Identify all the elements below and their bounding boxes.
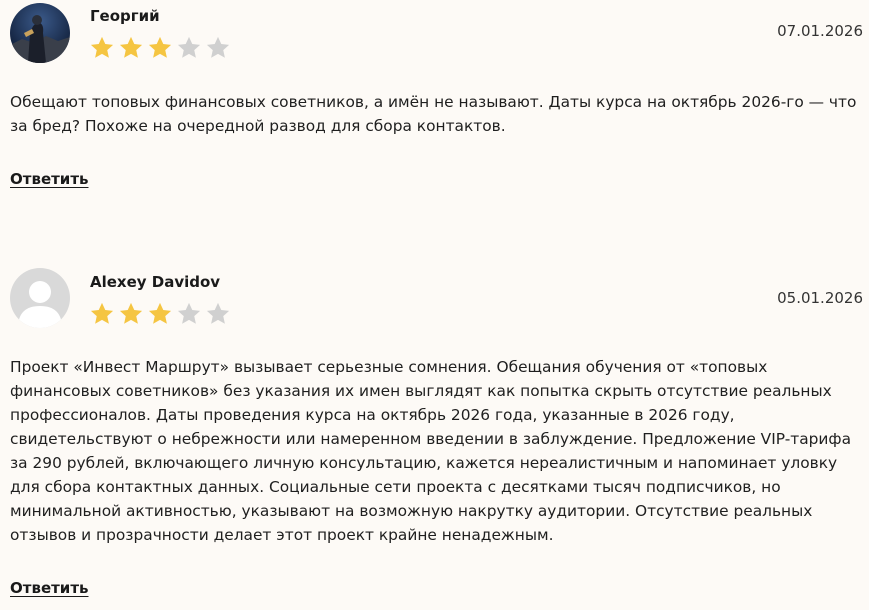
review-author: Георгий [90,7,160,25]
review-date: 07.01.2026 [777,22,863,40]
star-empty-icon [206,302,230,324]
review-author: Alexey Davidov [90,273,221,291]
review-text: Проект «Инвест Маршрут» вызывает серьезн… [10,358,852,544]
reply-link[interactable]: Ответить [10,579,89,597]
default-user-icon [10,268,70,328]
avatar-photo-icon [10,3,70,63]
review-date: 05.01.2026 [777,289,863,307]
star-filled-icon [90,302,114,324]
user-avatar-photo [10,3,70,63]
rating-stars [88,300,232,328]
star-filled-icon [119,36,143,58]
review-text: Обещают топовых финансовых советников, а… [10,93,857,135]
star-filled-icon [90,36,114,58]
rating-stars [88,34,232,62]
star-empty-icon [206,36,230,58]
star-filled-icon [148,36,172,58]
star-filled-icon [119,302,143,324]
star-filled-icon [148,302,172,324]
star-empty-icon [177,302,201,324]
star-empty-icon [177,36,201,58]
user-avatar-default [10,268,70,328]
reply-link[interactable]: Ответить [10,170,89,188]
